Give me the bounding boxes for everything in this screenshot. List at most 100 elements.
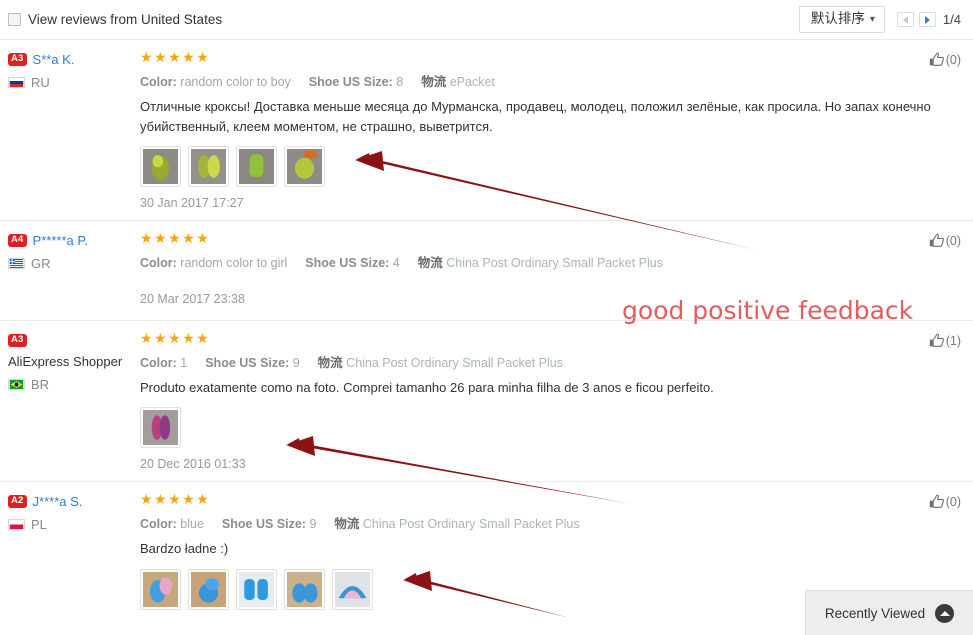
review-photo-thumbnail[interactable]: [188, 146, 229, 188]
review-body: ★★★★★ Color: random color to boy Shoe US…: [135, 50, 961, 220]
logistics-label: 物流: [334, 517, 360, 532]
triangle-right-icon: [924, 15, 930, 24]
size-label: Shoe US Size:: [308, 75, 393, 89]
reviewer-name[interactable]: S**a K.: [33, 51, 75, 69]
thumbs-up-icon: [929, 233, 944, 248]
review-body: ★★★★★ Color: 1 Shoe US Size: 9 物流 China …: [135, 331, 961, 481]
reviewer-info: A3 S**a K. RU: [8, 50, 135, 220]
review-photo-thumbnail[interactable]: [140, 568, 181, 610]
size-value: 9: [292, 356, 300, 371]
thumbs-up-icon: [929, 52, 944, 66]
logistics-label: 物流: [421, 75, 447, 89]
review-attributes: Color: random color to girl Shoe US Size…: [140, 252, 961, 271]
size-value: 8: [396, 75, 404, 89]
review-photo-thumbnail[interactable]: [284, 146, 325, 188]
reviews-toolbar: View reviews from United States 默认排序 ▾ 1…: [0, 0, 973, 40]
recently-viewed-widget[interactable]: Recently Viewed: [805, 590, 973, 635]
review-photos: [140, 407, 961, 449]
review-photo-thumbnail[interactable]: [236, 146, 277, 188]
page-indicator: 1/4: [942, 12, 961, 27]
sort-dropdown[interactable]: 默认排序 ▾: [798, 6, 885, 33]
size-value: 4: [392, 256, 400, 271]
color-label: Color:: [140, 517, 177, 532]
recently-viewed-label: Recently Viewed: [824, 605, 926, 621]
helpful-button[interactable]: (0): [928, 52, 961, 67]
review-date: 30 Jan 2017 17:27: [140, 196, 244, 211]
logistics-label: 物流: [317, 356, 343, 371]
review-item: A3 AliExpress Shopper BR ★★★★★ Color: 1 …: [0, 321, 973, 483]
reviewer-name[interactable]: J****a S.: [33, 493, 83, 511]
color-value: random color to boy: [180, 75, 291, 89]
color-value: blue: [180, 517, 204, 532]
reviewer-level-badge: A2: [8, 495, 27, 509]
size-label: Shoe US Size:: [305, 256, 390, 271]
helpful-count: (0): [945, 494, 961, 509]
triangle-left-icon: [902, 15, 908, 24]
country-filter-label: View reviews from United States: [28, 12, 223, 27]
reviewer-level-badge: A3: [8, 334, 27, 348]
reviewer-level-badge: A4: [8, 234, 27, 248]
helpful-button[interactable]: (0): [928, 233, 961, 248]
review-text: Bardzo ładne :): [140, 541, 229, 557]
reviewer-info: A3 AliExpress Shopper BR: [8, 331, 135, 481]
reviewer-country: BR: [31, 376, 50, 392]
reviewer-country: GR: [31, 255, 51, 271]
sort-dropdown-label: 默认排序: [810, 11, 865, 27]
review-photos: [140, 146, 961, 188]
review-body: ★★★★★ Color: random color to girl Shoe U…: [135, 231, 961, 320]
review-photo-thumbnail[interactable]: [140, 407, 181, 449]
reviewer-country: RU: [31, 74, 50, 90]
color-value: 1: [180, 356, 188, 371]
helpful-count: (1): [945, 333, 961, 348]
greece-flag-icon: [8, 257, 25, 269]
size-label: Shoe US Size:: [221, 517, 306, 532]
review-item: A4 P*****a P. GR ★★★★★ Color: random col…: [0, 221, 973, 322]
reviewer-country: PL: [31, 516, 47, 532]
chevron-down-icon: ▾: [869, 14, 875, 25]
review-photo-thumbnail[interactable]: [284, 568, 325, 610]
review-text: Produto exatamente como na foto. Comprei…: [140, 380, 714, 396]
review-attributes: Color: 1 Shoe US Size: 9 物流 China Post O…: [140, 352, 961, 371]
color-label: Color:: [140, 75, 177, 89]
reviewer-name[interactable]: P*****a P.: [33, 232, 88, 250]
logistics-value: China Post Ordinary Small Packet Plus: [446, 256, 663, 271]
thumbs-up-icon: [929, 495, 944, 509]
country-filter-checkbox[interactable]: [8, 13, 21, 26]
russia-flag-icon: [8, 76, 25, 88]
star-rating: ★★★★★: [140, 230, 211, 247]
review-attributes: Color: blue Shoe US Size: 9 物流 China Pos…: [140, 513, 961, 532]
logistics-value: China Post Ordinary Small Packet Plus: [362, 517, 580, 532]
thumbs-up-icon: [929, 333, 944, 348]
review-attributes: Color: random color to boy Shoe US Size:…: [140, 71, 961, 90]
review-date: 20 Mar 2017 23:38: [140, 292, 245, 307]
helpful-count: (0): [945, 52, 961, 67]
color-label: Color:: [140, 356, 177, 371]
helpful-count: (0): [945, 233, 961, 248]
star-rating: ★★★★★: [140, 491, 211, 508]
logistics-value: ePacket: [449, 75, 495, 89]
star-rating: ★★★★★: [140, 330, 211, 347]
review-photo-thumbnail[interactable]: [140, 146, 181, 188]
review-photo-thumbnail[interactable]: [188, 568, 229, 610]
helpful-button[interactable]: (0): [928, 494, 961, 509]
size-label: Shoe US Size:: [205, 356, 290, 371]
size-value: 9: [309, 517, 317, 532]
reviewer-info: A2 J****a S. PL: [8, 492, 135, 628]
brazil-flag-icon: [8, 378, 25, 390]
review-photo-thumbnail[interactable]: [332, 568, 373, 610]
helpful-button[interactable]: (1): [928, 333, 961, 348]
reviewer-info: A4 P*****a P. GR: [8, 231, 135, 320]
color-label: Color:: [140, 256, 177, 271]
pagination: 1/4: [896, 12, 961, 27]
country-filter[interactable]: View reviews from United States: [8, 12, 222, 27]
review-text: Отличные кроксы! Доставка меньше месяца …: [140, 99, 931, 135]
next-page-button[interactable]: [918, 12, 936, 27]
prev-page-button[interactable]: [896, 12, 914, 27]
reviewer-name: AliExpress Shopper: [8, 354, 123, 370]
toolbar-right: 默认排序 ▾ 1/4: [798, 6, 961, 33]
review-photo-thumbnail[interactable]: [236, 568, 277, 610]
chevron-up-circle-icon[interactable]: [935, 603, 955, 623]
reviewer-level-badge: A3: [8, 53, 27, 66]
review-item: A3 S**a K. RU ★★★★★ Color: random color …: [0, 40, 973, 222]
logistics-value: China Post Ordinary Small Packet Plus: [346, 356, 563, 371]
